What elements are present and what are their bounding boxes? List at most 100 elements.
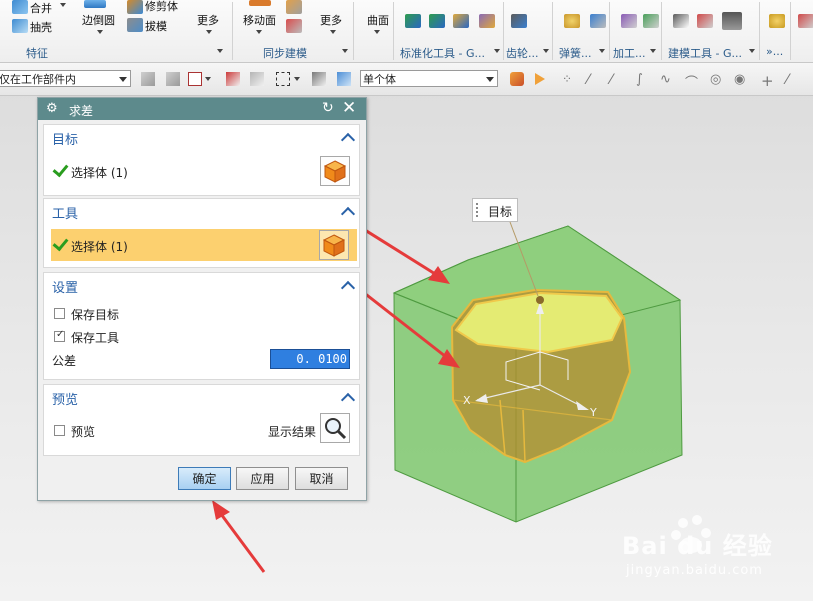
gear-dropdown-icon[interactable] — [543, 49, 549, 53]
machining-tool-icon-1[interactable] — [621, 14, 637, 28]
tolerance-value: 0. 0100 — [296, 352, 347, 366]
spring-dropdown-icon[interactable] — [599, 49, 605, 53]
more-dropdown-icon-2[interactable] — [330, 30, 336, 34]
dialog-title-bar[interactable]: ⚙ 求差 ↻ ✕ — [38, 98, 366, 120]
tolerance-input[interactable]: 0. 0100 — [270, 349, 350, 369]
target-section-header[interactable]: 目标 — [52, 129, 78, 148]
machining-dropdown-icon[interactable] — [650, 49, 656, 53]
keep-tool-checkbox[interactable]: ✓ — [54, 329, 65, 342]
tool-select-row[interactable]: 选择体 (1) — [51, 229, 357, 261]
std-tool-icon-1[interactable] — [405, 14, 421, 28]
modeling-tool-icon-2[interactable] — [697, 14, 713, 28]
arc-icon[interactable]: ⌒ — [685, 72, 699, 91]
modeling-tools-group-label: 建模工具 - G... — [668, 47, 742, 60]
line-icon-3[interactable]: ⁄ — [786, 72, 800, 88]
scope-filter-select[interactable]: 仅在工作部件内 — [0, 70, 131, 87]
move-face-button[interactable]: 移动面 — [243, 12, 276, 28]
tool-section-header[interactable]: 工具 — [52, 203, 78, 222]
surface-dropdown-icon[interactable] — [374, 30, 380, 34]
collapse-icon[interactable] — [340, 206, 356, 222]
target-select-label[interactable]: 选择体 (1) — [71, 164, 128, 181]
ribbon-extra-icon[interactable] — [798, 14, 813, 28]
move-face-dropdown-icon[interactable] — [256, 30, 262, 34]
trim-body-button[interactable]: 修剪体 — [145, 0, 178, 14]
line-icon[interactable]: ⁄ — [587, 72, 601, 88]
body-filter-select[interactable]: 单个体 — [360, 70, 498, 87]
spring-tool-icon-1[interactable] — [564, 14, 580, 28]
move-face-icon — [249, 0, 271, 6]
dialog-title: 求差 — [69, 104, 94, 118]
sync-group-label: 同步建模 — [263, 47, 307, 60]
eraser-icon[interactable] — [312, 72, 326, 86]
std-tool-icon-3[interactable] — [453, 14, 469, 28]
select-edge-icon[interactable] — [226, 72, 240, 86]
chevron-down-icon[interactable] — [119, 77, 127, 82]
collapse-icon[interactable] — [340, 132, 356, 148]
preview-checkbox[interactable] — [54, 425, 65, 436]
snap-midpoint-icon[interactable]: ⁘ — [562, 72, 576, 86]
chevron-down-icon[interactable] — [486, 77, 494, 82]
close-icon[interactable]: ✕ — [342, 98, 356, 118]
show-result-button[interactable] — [320, 413, 350, 443]
rectangle-select-dropdown-icon[interactable] — [294, 77, 300, 81]
arrow-right-icon[interactable] — [535, 73, 545, 85]
filter-icon-1[interactable] — [141, 72, 155, 86]
select-face-icon[interactable] — [250, 72, 264, 86]
target-callout[interactable]: 目标 — [472, 198, 518, 222]
sync-tool-icon-1[interactable] — [286, 0, 302, 14]
modeling-tools-dropdown-icon[interactable] — [749, 49, 755, 53]
keep-target-checkbox[interactable] — [54, 308, 65, 319]
snap-dropdown-icon[interactable] — [205, 77, 211, 81]
std-tool-icon-2[interactable] — [429, 14, 445, 28]
overflow-group-label: »... — [766, 45, 784, 58]
circle-center-icon[interactable]: ◉ — [734, 72, 748, 87]
plus-icon[interactable]: + — [761, 72, 775, 90]
face-rule-icon[interactable] — [510, 72, 524, 86]
std-tool-icon-4[interactable] — [479, 14, 495, 28]
feature-group-dropdown-icon[interactable] — [217, 49, 223, 53]
sync-tool-icon-2[interactable] — [286, 19, 302, 33]
apply-button[interactable]: 应用 — [236, 467, 289, 490]
line-icon-2[interactable]: ⁄ — [610, 72, 624, 88]
assembly-tool-icon[interactable] — [769, 14, 785, 28]
circle-icon[interactable]: ◎ — [710, 72, 724, 87]
gear-icon[interactable]: ⚙ — [46, 101, 58, 116]
unite-icon — [12, 0, 28, 14]
edge-blend-button[interactable]: 边倒圆 — [82, 12, 115, 28]
cube-icon — [323, 160, 347, 183]
gear-tool-icon[interactable] — [511, 14, 527, 28]
draft-button[interactable]: 拔模 — [145, 18, 167, 34]
curve-icon[interactable]: ∫ — [636, 72, 650, 87]
settings-section-header[interactable]: 设置 — [52, 277, 78, 296]
cancel-button[interactable]: 取消 — [295, 467, 348, 490]
modeling-tool-icon-1[interactable] — [673, 14, 689, 28]
surface-button[interactable]: 曲面 — [367, 12, 389, 28]
grip-icon — [476, 203, 483, 217]
select-body-button[interactable] — [319, 230, 349, 260]
fit-tolerance-icon[interactable] — [722, 12, 742, 30]
cube-view-icon[interactable] — [337, 72, 351, 86]
collapse-icon[interactable] — [340, 392, 356, 408]
shell-button[interactable]: 抽壳 — [30, 19, 52, 35]
rectangle-select-icon[interactable] — [276, 72, 290, 86]
magnifier-icon — [325, 418, 347, 440]
target-callout-label: 目标 — [488, 205, 513, 219]
more-button-2[interactable]: 更多 — [320, 12, 342, 28]
machining-tool-icon-2[interactable] — [643, 14, 659, 28]
snap-point-icon[interactable] — [188, 72, 202, 86]
sync-group-dropdown-icon[interactable] — [342, 49, 348, 53]
filter-icon-2[interactable] — [166, 72, 180, 86]
edge-blend-dropdown-icon[interactable] — [97, 30, 103, 34]
reset-icon[interactable]: ↻ — [322, 100, 334, 116]
unite-button[interactable]: 合并 — [30, 0, 52, 16]
std-tools-dropdown-icon[interactable] — [494, 49, 500, 53]
collapse-icon[interactable] — [340, 280, 356, 296]
ok-button[interactable]: 确定 — [178, 467, 231, 490]
preview-section-header[interactable]: 预览 — [52, 389, 78, 408]
spring-tool-icon-2[interactable] — [590, 14, 606, 28]
unite-dropdown-icon[interactable] — [60, 3, 66, 7]
more-button-1[interactable]: 更多 — [197, 12, 219, 28]
select-body-button[interactable] — [320, 156, 350, 186]
more-dropdown-icon-1[interactable] — [206, 30, 212, 34]
spline-icon[interactable]: ∿ — [660, 72, 674, 87]
